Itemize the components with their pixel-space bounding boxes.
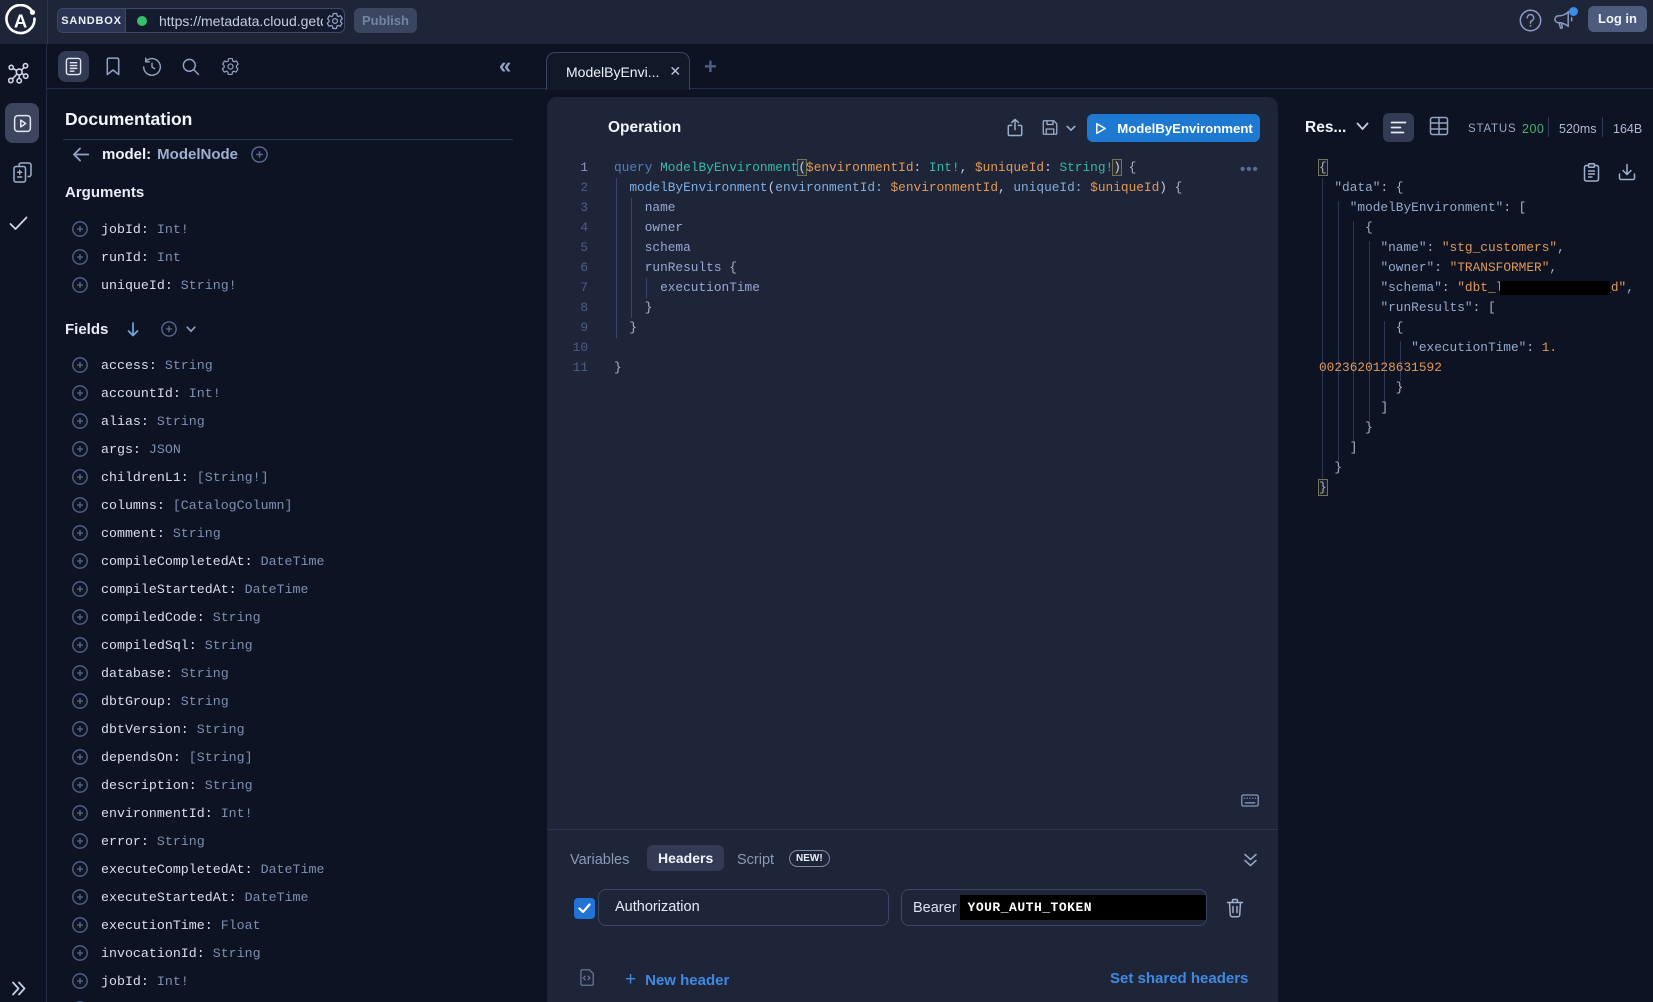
svg-text:A: A (14, 10, 27, 31)
